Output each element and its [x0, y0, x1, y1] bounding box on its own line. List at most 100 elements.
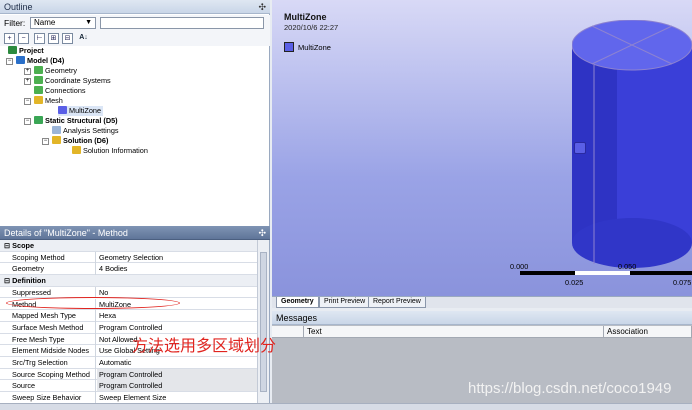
- tree-item-project[interactable]: Project: [8, 46, 44, 56]
- collapse-all-icon[interactable]: ⊟: [62, 33, 73, 44]
- tree-label: Analysis Settings: [63, 126, 119, 135]
- expand-toggle-icon[interactable]: +: [24, 68, 31, 75]
- collapse-toggle-icon[interactable]: −: [42, 138, 49, 145]
- tree-item-static-structural[interactable]: Static Structural (D5): [34, 116, 118, 126]
- scroll-thumb[interactable]: [260, 252, 267, 392]
- details-panel: Details of "MultiZone" - Method ✣ ⊟ Scop…: [0, 226, 270, 410]
- tab-geometry[interactable]: Geometry: [276, 297, 319, 308]
- section-definition[interactable]: ⊟ Definition: [0, 275, 258, 287]
- detail-key: Source: [10, 380, 96, 393]
- detail-value[interactable]: No: [97, 287, 258, 298]
- tree-label: Solution (D6): [63, 136, 109, 145]
- scale-label: 0.050: [618, 262, 637, 271]
- details-title: Details of "MultiZone" - Method ✣: [0, 226, 270, 240]
- filter-input[interactable]: [100, 17, 264, 29]
- filter-label: Filter:: [4, 18, 26, 28]
- legend-label: MultiZone: [298, 43, 331, 52]
- detail-value[interactable]: Program Controlled: [97, 380, 258, 392]
- details-title-text: Details of "MultiZone" - Method: [4, 228, 128, 238]
- viewport-title: MultiZone: [284, 12, 327, 22]
- outline-toolbar: + − ⊢ ⊞ ⊟ A↓: [0, 32, 270, 46]
- detail-row-mapped-mesh-type[interactable]: Mapped Mesh Type Hexa: [0, 310, 258, 322]
- project-icon: [8, 46, 17, 54]
- detail-row-source[interactable]: Source Program Controlled: [0, 380, 258, 393]
- tree-label: Model (D4): [27, 56, 65, 65]
- tree-item-coordinate-systems[interactable]: Coordinate Systems: [34, 76, 111, 86]
- section-scope[interactable]: ⊟ Scope: [0, 240, 258, 252]
- collapse-icon[interactable]: −: [18, 33, 29, 44]
- detail-row-src-trg-selection[interactable]: Src/Trg Selection Automatic: [0, 357, 258, 369]
- detail-key: Source Scoping Method: [10, 368, 96, 381]
- detail-value[interactable]: Geometry Selection: [97, 252, 258, 263]
- detail-key: Geometry: [10, 263, 96, 276]
- tree-item-geometry[interactable]: Geometry: [34, 66, 77, 76]
- collapse-toggle-icon[interactable]: −: [24, 118, 31, 125]
- tree-icon[interactable]: ⊢: [34, 33, 45, 44]
- collapse-toggle-icon[interactable]: ⊟: [4, 276, 10, 285]
- tab-print-preview[interactable]: Print Preview: [319, 297, 371, 308]
- detail-key: Scoping Method: [10, 251, 96, 264]
- cylinder-model[interactable]: [572, 20, 692, 270]
- tree-item-model[interactable]: Model (D4): [16, 56, 64, 66]
- tree-label: Geometry: [45, 66, 78, 75]
- tree-item-solution-information[interactable]: Solution Information: [72, 146, 148, 156]
- detail-key: Element Midside Nodes: [10, 345, 96, 357]
- cylinder-bottom: [572, 218, 692, 268]
- detail-value[interactable]: Program Controlled: [97, 368, 258, 380]
- tree-item-solution[interactable]: Solution (D6): [52, 136, 108, 146]
- expand-toggle-icon[interactable]: +: [24, 78, 31, 85]
- messages-title: Messages: [272, 311, 692, 325]
- filter-row: Filter: Name ▼: [0, 15, 270, 32]
- pin-icon[interactable]: ✣: [258, 226, 266, 240]
- detail-key: Surface Mesh Method: [10, 321, 96, 334]
- detail-row-source-scoping-method[interactable]: Source Scoping Method Program Controlled: [0, 368, 258, 381]
- chevron-down-icon: ▼: [85, 19, 92, 26]
- scale-bar: 0.000 0.050 0.025 0.075: [510, 262, 692, 292]
- viewport-date: 2020/10/6 22:27: [284, 23, 339, 32]
- outline-title: Outline ✣: [0, 0, 270, 14]
- tree-label: Solution Information: [83, 146, 148, 155]
- tree-label: Static Structural (D5): [45, 116, 118, 125]
- section-label: ⊟ Definition: [2, 275, 88, 287]
- tree-item-analysis-settings[interactable]: Analysis Settings: [52, 126, 119, 136]
- tree-label: Connections: [45, 86, 86, 95]
- filter-select[interactable]: Name ▼: [30, 17, 96, 29]
- collapse-toggle-icon[interactable]: −: [6, 58, 13, 65]
- detail-value[interactable]: Hexa: [97, 310, 258, 321]
- graphics-viewport[interactable]: MultiZone 2020/10/6 22:27 MultiZone 0.00…: [272, 0, 692, 296]
- details-scrollbar[interactable]: [257, 240, 269, 410]
- status-bar: [0, 403, 692, 410]
- tree-label: Project: [19, 46, 44, 55]
- analysis-settings-icon: [52, 126, 61, 134]
- sort-icon[interactable]: A↓: [78, 33, 89, 44]
- tree-item-connections[interactable]: Connections: [34, 86, 86, 96]
- detail-row-geometry[interactable]: Geometry 4 Bodies: [0, 263, 258, 276]
- tree-item-mesh[interactable]: Mesh: [34, 96, 63, 106]
- detail-row-scoping-method[interactable]: Scoping Method Geometry Selection: [0, 251, 258, 264]
- collapse-toggle-icon[interactable]: −: [24, 98, 31, 105]
- tree-label: Mesh: [45, 96, 63, 105]
- collapse-toggle-icon[interactable]: ⊟: [4, 241, 10, 250]
- detail-key: Src/Trg Selection: [10, 357, 96, 369]
- messages-col-text[interactable]: Text: [304, 326, 604, 338]
- detail-value[interactable]: Sweep Element Size: [97, 392, 258, 403]
- triad-marker-icon[interactable]: [574, 142, 586, 154]
- annotation-text: 方法选用多区域划分: [132, 336, 277, 355]
- expand-icon[interactable]: +: [4, 33, 15, 44]
- tab-report-preview[interactable]: Report Preview: [368, 297, 426, 308]
- tree-label: MultiZone: [69, 106, 102, 115]
- pin-icon[interactable]: ✣: [258, 0, 266, 14]
- scale-label: 0.000: [510, 262, 529, 271]
- static-structural-icon: [34, 116, 43, 124]
- tree-label: Coordinate Systems: [45, 76, 111, 85]
- expand-all-icon[interactable]: ⊞: [48, 33, 59, 44]
- detail-value[interactable]: Automatic: [97, 357, 258, 368]
- scale-bar-segment: [575, 271, 630, 275]
- multizone-icon: [58, 106, 67, 114]
- tree-item-multizone[interactable]: MultiZone: [58, 106, 104, 116]
- detail-key: Mapped Mesh Type: [10, 310, 96, 322]
- detail-value[interactable]: 4 Bodies: [97, 263, 258, 274]
- messages-col-association[interactable]: Association: [604, 326, 692, 338]
- messages-col-blank: [272, 326, 304, 338]
- solution-icon: [52, 136, 61, 144]
